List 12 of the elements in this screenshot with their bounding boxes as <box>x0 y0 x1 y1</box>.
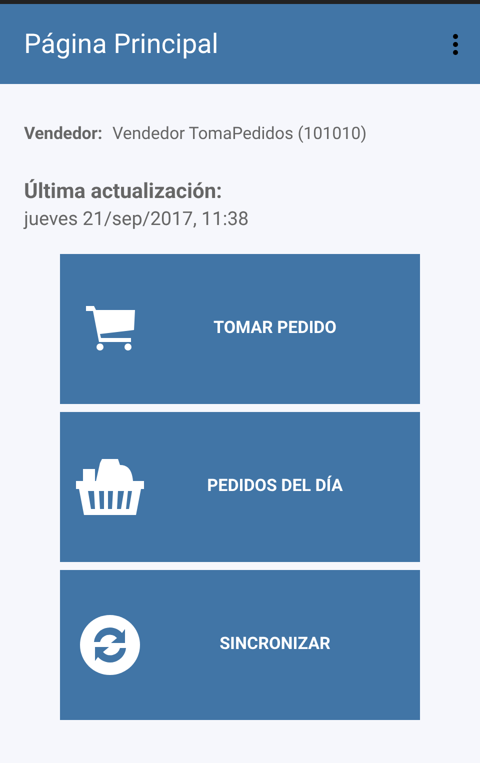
last-update-label: Última actualización: <box>24 178 224 206</box>
page-title: Página Principal <box>24 26 218 62</box>
last-update-date: jueves 21/sep/2017, 11:38 <box>24 206 250 232</box>
action-button[interactable]: TOMAR PEDIDO <box>60 254 420 404</box>
seller-name: Vendedor TomaPedidos (101010) <box>112 123 367 146</box>
sync-icon <box>79 614 141 676</box>
action-button[interactable]: SINCRONIZAR <box>60 570 420 720</box>
basket-icon <box>76 458 144 514</box>
cart-icon <box>84 306 136 352</box>
more-menu-icon[interactable] <box>451 32 460 56</box>
action-button[interactable]: PEDIDOS DEL DÍA <box>60 412 420 562</box>
seller-label: Vendedor: <box>24 123 102 146</box>
